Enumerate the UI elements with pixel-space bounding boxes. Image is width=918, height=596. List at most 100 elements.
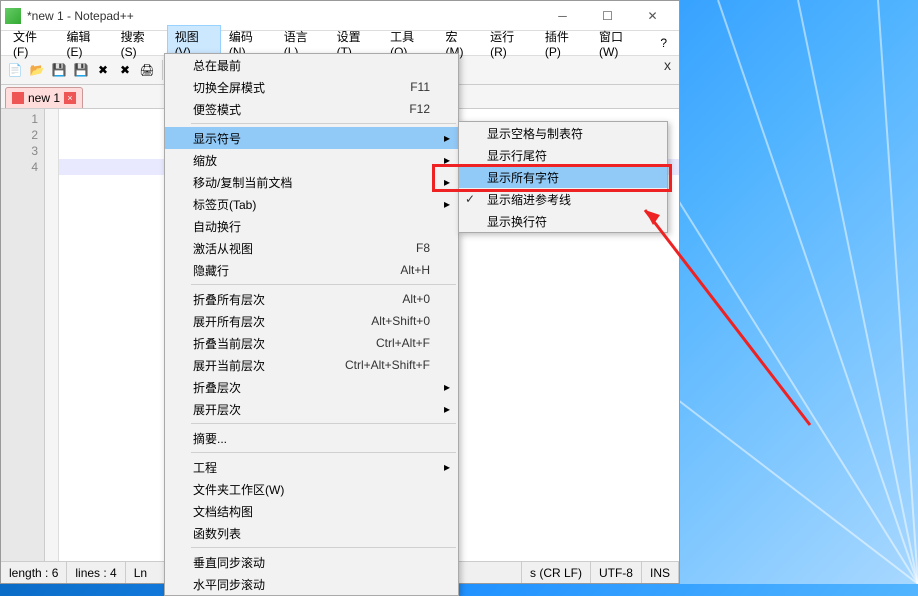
menu-help[interactable]: ? [652,33,675,53]
menu-item[interactable]: 展开层次 ▸ [165,398,458,420]
status-eol: s (CR LF) [522,562,591,583]
menu-item-label: 标签页(Tab) [193,196,256,213]
menu-item-label: 水平同步滚动 [193,576,265,593]
menu-item[interactable]: 水平同步滚动 [165,573,458,595]
menu-item-label: 函数列表 [193,525,241,542]
status-encoding: UTF-8 [591,562,642,583]
print-icon[interactable]: 🖨 [137,60,157,80]
symbols-submenu: 显示空格与制表符显示行尾符显示所有字符 ✓显示缩进参考线显示换行符 [458,121,668,233]
menu-item[interactable]: 便签模式 F12 [165,98,458,120]
app-icon [5,8,21,24]
menu-edit[interactable]: 编辑(E) [59,25,113,62]
menu-item[interactable]: 总在最前 [165,54,458,76]
menu-item-label: 展开所有层次 [193,313,265,330]
line-number: 4 [1,159,38,175]
menu-separator [191,547,456,548]
toolbar-separator [162,60,163,80]
window-title: *new 1 - Notepad++ [27,9,540,23]
menu-item-label: 折叠当前层次 [193,335,265,352]
menu-separator [191,452,456,453]
menu-item[interactable]: 切换全屏模式 F11 [165,76,458,98]
menu-item[interactable]: 缩放▸ [165,149,458,171]
tab-close-icon[interactable]: × [64,92,76,104]
menu-plugins[interactable]: 插件(P) [537,25,591,62]
menu-item[interactable]: 折叠当前层次 Ctrl+Alt+F [165,332,458,354]
menubar: 文件(F) 编辑(E) 搜索(S) 视图(V) 编码(N) 语言(L) 设置(T… [1,31,679,55]
menu-item-label: 隐藏行 [193,262,229,279]
submenu-item-label: 显示行尾符 [487,147,547,164]
menu-item-label: 折叠所有层次 [193,291,265,308]
menu-item-label: 显示符号 [193,130,241,147]
menu-item[interactable]: 激活从视图F8 [165,237,458,259]
menu-item[interactable]: 自动换行 [165,215,458,237]
menu-item-label: 折叠层次 [193,379,241,396]
tab-label: new 1 [28,91,60,105]
menu-shortcut: Ctrl+Alt+F [376,336,430,350]
submenu-arrow-icon: ▸ [444,153,450,167]
submenu-item-label: 显示换行符 [487,213,547,230]
menu-separator [191,284,456,285]
submenu-item-label: 显示所有字符 [487,169,559,186]
menu-item[interactable]: 移动/复制当前文档 ▸ [165,171,458,193]
submenu-item[interactable]: 显示所有字符 [459,166,667,188]
menu-item[interactable]: 折叠所有层次 Alt+0 [165,288,458,310]
menu-shortcut: F12 [409,102,430,116]
line-gutter: 1 2 3 4 [1,109,45,561]
menu-item-label: 切换全屏模式 [193,79,265,96]
save-all-icon[interactable]: 💾 [71,60,91,80]
menu-item[interactable]: 函数列表 [165,522,458,544]
menu-item[interactable]: 隐藏行 Alt+H [165,259,458,281]
menu-item[interactable]: 标签页(Tab) ▸ [165,193,458,215]
menu-shortcut: Alt+Shift+0 [371,314,430,328]
menu-item-label: 文件夹工作区(W) [193,481,284,498]
menu-item[interactable]: 垂直同步滚动 [165,551,458,573]
menu-item-label: 垂直同步滚动 [193,554,265,571]
menu-item[interactable]: 展开所有层次 Alt+Shift+0 [165,310,458,332]
menu-file[interactable]: 文件(F) [5,25,59,62]
save-icon[interactable]: 💾 [49,60,69,80]
submenu-item[interactable]: 显示空格与制表符 [459,122,667,144]
line-number: 2 [1,127,38,143]
tab-modified-icon [12,92,24,104]
menu-item-label: 展开层次 [193,401,241,418]
menu-item[interactable]: 摘要... [165,427,458,449]
status-lines: lines : 4 [67,562,125,583]
menu-window[interactable]: 窗口(W) [591,25,648,62]
submenu-arrow-icon: ▸ [444,402,450,416]
submenu-item[interactable]: 显示行尾符 [459,144,667,166]
status-ins: INS [642,562,679,583]
menu-shortcut: F11 [410,80,430,94]
menu-item[interactable]: 工程 ▸ [165,456,458,478]
menu-shortcut: Alt+0 [402,292,430,306]
submenu-item[interactable]: ✓显示缩进参考线 [459,188,667,210]
menu-item-label: 便签模式 [193,101,241,118]
menu-item[interactable]: 显示符号▸ [165,127,458,149]
menu-item-label: 展开当前层次 [193,357,265,374]
menu-item-label: 移动/复制当前文档 [193,174,292,191]
menu-separator [191,123,456,124]
menu-item[interactable]: 文档结构图 [165,500,458,522]
menu-run[interactable]: 运行(R) [482,25,537,62]
menu-item-label: 摘要... [193,430,227,447]
menu-item[interactable]: 展开当前层次 Ctrl+Alt+Shift+F [165,354,458,376]
menu-item[interactable]: 文件夹工作区(W) [165,478,458,500]
submenu-arrow-icon: ▸ [444,197,450,211]
close-file-icon[interactable]: ✖ [93,60,113,80]
menu-search[interactable]: 搜索(S) [113,25,167,62]
open-file-icon[interactable]: 📂 [27,60,47,80]
menu-item[interactable]: 折叠层次▸ [165,376,458,398]
menu-shortcut: Ctrl+Alt+Shift+F [345,358,430,372]
tab-new1[interactable]: new 1 × [5,87,83,108]
submenu-item-label: 显示空格与制表符 [487,125,583,142]
submenu-item[interactable]: 显示换行符 [459,210,667,232]
tabstrip-close-icon[interactable]: x [664,57,671,73]
submenu-arrow-icon: ▸ [444,175,450,189]
submenu-item-label: 显示缩进参考线 [487,191,571,208]
line-number: 1 [1,111,38,127]
menu-shortcut: Alt+H [400,263,430,277]
menu-item-label: 文档结构图 [193,503,253,520]
new-file-icon[interactable]: 📄 [5,60,25,80]
close-all-icon[interactable]: ✖ [115,60,135,80]
menu-item-label: 工程 [193,459,217,476]
submenu-arrow-icon: ▸ [444,460,450,474]
